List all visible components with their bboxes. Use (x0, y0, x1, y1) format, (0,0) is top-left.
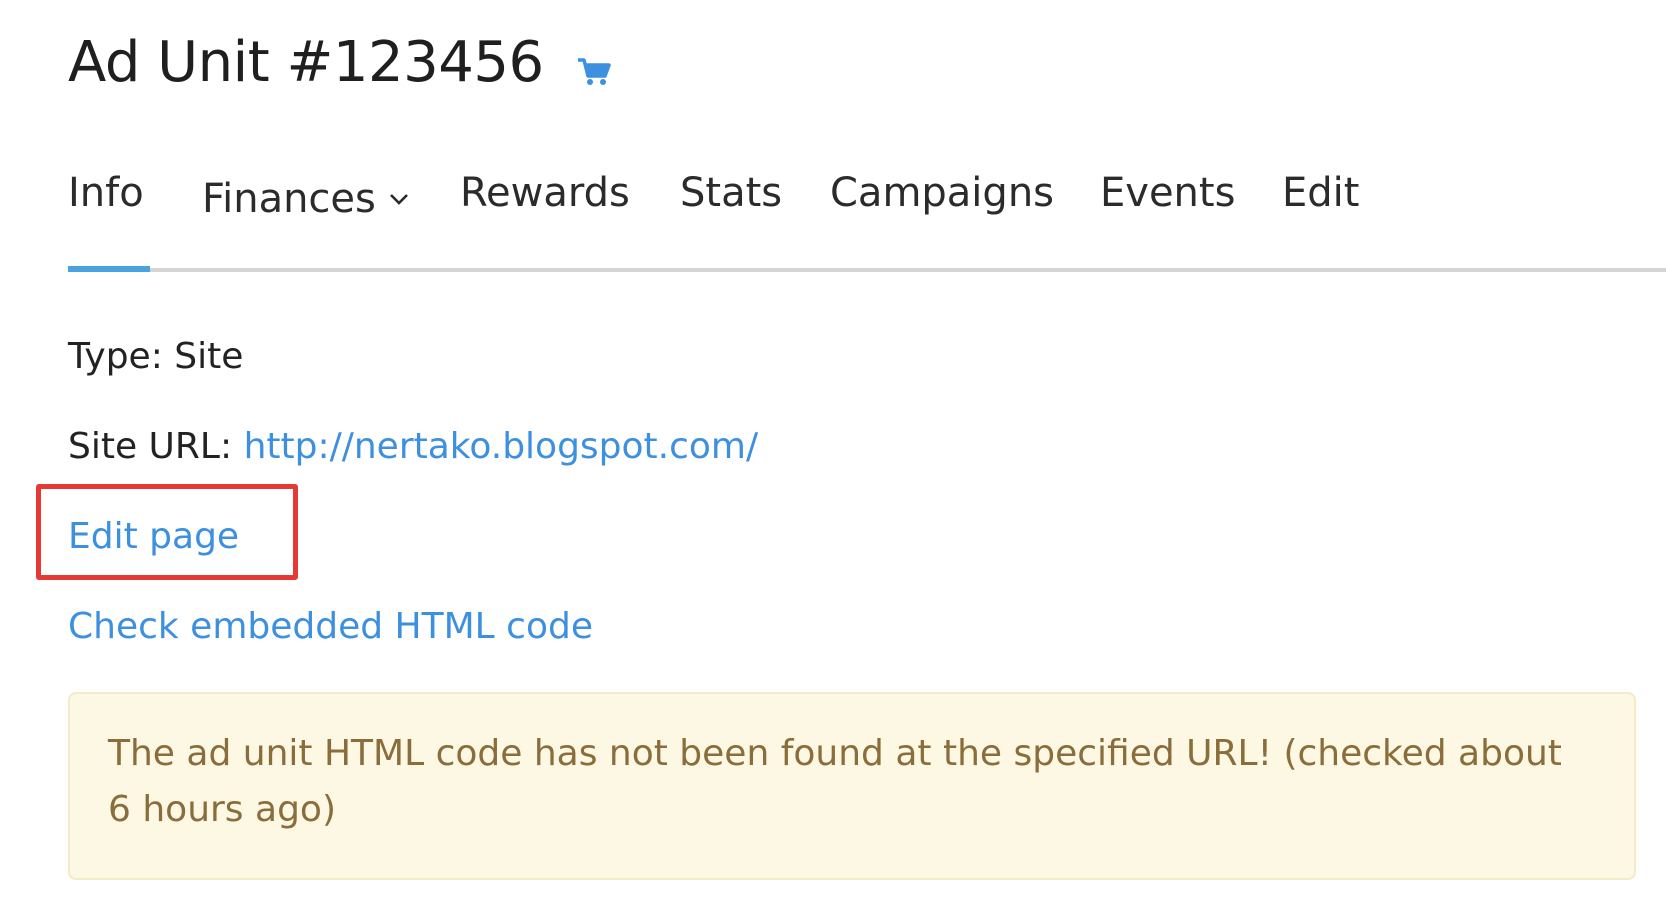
type-row: Type: Site (68, 336, 243, 377)
type-label: Type: (68, 336, 163, 377)
chevron-down-icon (388, 170, 410, 205)
site-url-link[interactable]: http://nertako.blogspot.com/ (244, 426, 759, 467)
tab-events-label: Events (1100, 170, 1236, 216)
tab-events[interactable]: Events (1100, 170, 1235, 216)
tab-bar: Info Finances Rewards Stats Campaigns Ev… (68, 170, 1666, 270)
tab-campaigns-label: Campaigns (830, 170, 1055, 216)
page-title-text: Ad Unit #123456 (68, 30, 544, 95)
tabs-divider (68, 268, 1666, 272)
tab-campaigns[interactable]: Campaigns (830, 170, 1054, 216)
tab-edit-label: Edit (1282, 170, 1360, 216)
tab-stats-label: Stats (680, 170, 783, 216)
check-code-row: Check embedded HTML code (68, 606, 593, 647)
site-url-row: Site URL: http://nertako.blogspot.com/ (68, 426, 758, 467)
tab-finances-label: Finances (202, 176, 376, 222)
type-value: Site (174, 336, 244, 377)
site-url-label: Site URL: (68, 426, 233, 467)
tab-info[interactable]: Info (68, 170, 144, 216)
page-title: Ad Unit #123456 (68, 30, 611, 95)
active-tab-indicator (68, 266, 150, 272)
tab-rewards-label: Rewards (460, 170, 630, 216)
warning-alert-text: The ad unit HTML code has not been found… (108, 733, 1562, 830)
warning-alert: The ad unit HTML code has not been found… (68, 692, 1636, 880)
shopping-cart-icon[interactable] (577, 36, 611, 85)
tab-info-label: Info (68, 170, 144, 216)
edit-page-highlight-box (36, 484, 298, 580)
tab-rewards[interactable]: Rewards (460, 170, 630, 216)
tab-stats[interactable]: Stats (680, 170, 782, 216)
check-html-code-link[interactable]: Check embedded HTML code (68, 606, 593, 647)
tab-finances[interactable]: Finances (202, 170, 410, 222)
tab-edit[interactable]: Edit (1282, 170, 1359, 216)
